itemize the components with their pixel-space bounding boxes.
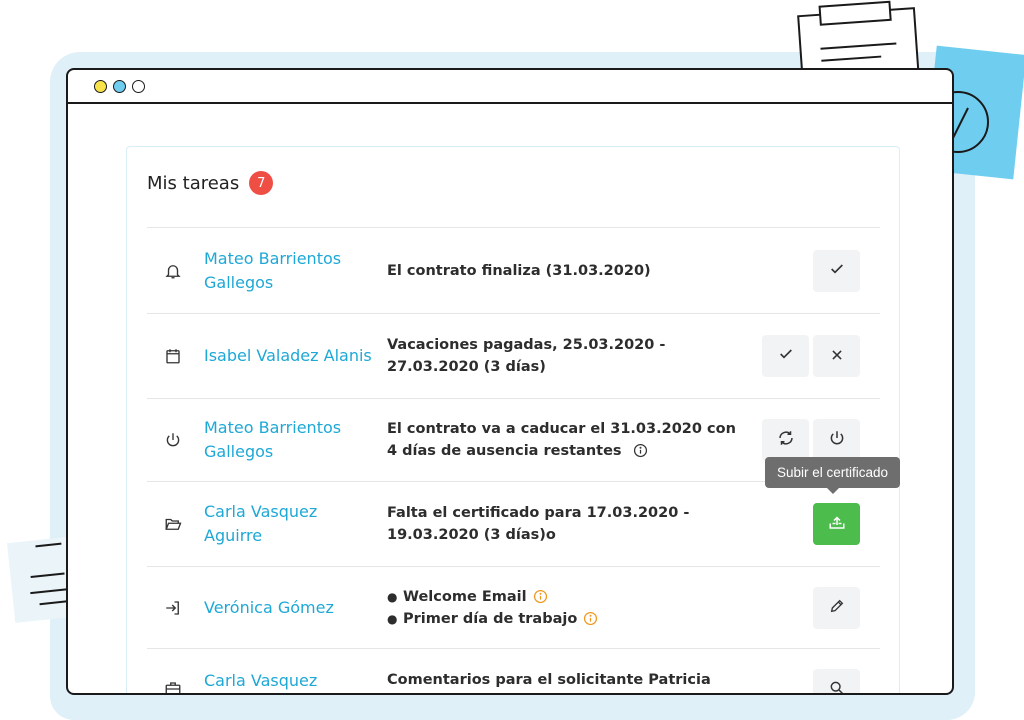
employee-name-link[interactable]: Mateo Barrientos Gallegos (204, 247, 374, 295)
upload-icon (827, 513, 847, 535)
checklist-item-label: Primer día de trabajo (403, 610, 578, 627)
pencil-icon (829, 598, 845, 618)
check-icon (829, 261, 845, 281)
task-row: Carla Vasquez Aguirre Falta el certifica… (147, 481, 880, 566)
search-icon (829, 680, 845, 693)
power-icon (828, 429, 846, 451)
task-row: Isabel Valadez Alanis Vacaciones pagadas… (147, 313, 880, 398)
calendar-icon (163, 346, 183, 366)
checklist-item: ● Primer día de trabajo (387, 608, 747, 630)
task-description: Comentarios para el solicitante Patricia (387, 672, 711, 688)
task-description: Falta el certificado para 17.03.2020 - 1… (387, 505, 690, 543)
employee-name-link[interactable]: Isabel Valadez Alanis (204, 344, 374, 368)
browser-window: Mis tareas 7 Mateo Barrientos Gallegos E… (66, 68, 954, 695)
checklist-item-label: Welcome Email (403, 588, 527, 605)
window-dot-yellow[interactable] (94, 79, 107, 93)
folder-open-icon (163, 514, 183, 534)
bell-icon (163, 261, 183, 281)
upload-tooltip: Subir el certificado (765, 457, 901, 494)
approve-button[interactable] (813, 249, 860, 292)
close-icon (830, 347, 844, 366)
edit-button[interactable] (813, 586, 860, 629)
employee-name-link[interactable]: Verónica Gómez (204, 596, 374, 620)
task-description: El contrato va a caducar el 31.03.2020 c… (387, 418, 747, 462)
renew-button[interactable] (762, 419, 809, 461)
task-row: Carla Vasquez Aguirre Comentarios para e… (147, 648, 880, 693)
approve-button[interactable] (762, 335, 809, 377)
upload-certificate-button[interactable] (813, 503, 860, 545)
terminate-button[interactable] (813, 419, 860, 461)
task-count-badge: 7 (249, 171, 274, 195)
info-icon[interactable] (583, 611, 598, 626)
task-description-text: El contrato va a caducar el 31.03.2020 c… (387, 421, 736, 459)
tasks-header: Mis tareas 7 (147, 171, 274, 195)
task-description: El contrato finaliza (31.03.2020) (387, 262, 651, 279)
page-title: Mis tareas (147, 172, 240, 194)
view-button[interactable] (813, 669, 860, 693)
task-row: Mateo Barrientos Gallegos El contrato fi… (147, 227, 880, 313)
checklist-item: ● Welcome Email (387, 586, 747, 608)
employee-name-link[interactable]: Carla Vasquez Aguirre (204, 669, 374, 693)
refresh-icon (777, 429, 795, 451)
task-description: Vacaciones pagadas, 25.03.2020 - 27.03.2… (387, 337, 666, 375)
info-icon[interactable] (533, 589, 548, 604)
window-dot-blue[interactable] (113, 79, 126, 93)
check-icon (778, 346, 794, 366)
tasks-card: Mis tareas 7 Mateo Barrientos Gallegos E… (126, 146, 901, 693)
reject-button[interactable] (813, 335, 860, 377)
briefcase-icon (163, 679, 183, 693)
info-icon[interactable] (633, 443, 648, 458)
window-titlebar (68, 70, 952, 104)
sign-in-icon (163, 598, 183, 618)
power-icon (163, 430, 183, 450)
task-checklist: ● Welcome Email ● Primer día de trabajo (387, 586, 747, 630)
window-dot-white[interactable] (132, 79, 145, 93)
employee-name-link[interactable]: Carla Vasquez Aguirre (204, 500, 374, 548)
employee-name-link[interactable]: Mateo Barrientos Gallegos (204, 416, 374, 464)
task-row: Verónica Gómez ● Welcome Email ● Primer dí… (147, 566, 880, 648)
